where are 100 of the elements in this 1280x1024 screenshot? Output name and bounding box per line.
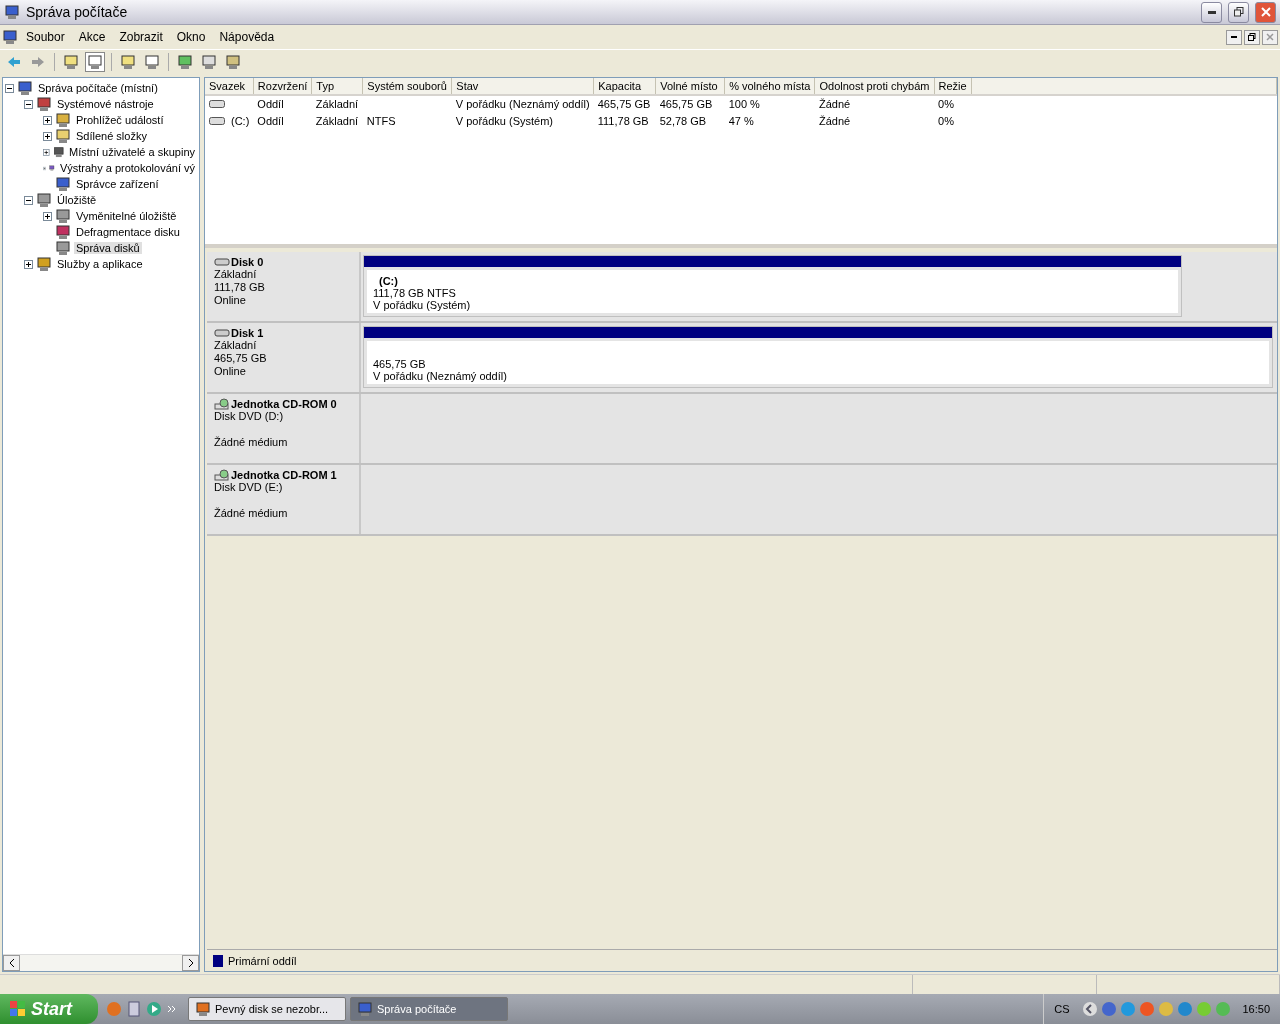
disk-name: Disk 1 [231,327,264,339]
menu-item[interactable]: Soubor [20,28,71,46]
arrow-right-icon [31,55,45,68]
partition-label: (C:) [378,275,399,287]
close-button[interactable] [1255,1,1276,23]
column-header[interactable]: Rozvržení [253,78,312,95]
tree-item[interactable]: Úložiště [55,194,99,206]
window-title: Správa počítače [26,4,129,20]
disk-name: Jednotka CD-ROM 0 [231,398,337,410]
table-cell: 465,75 GB [597,98,651,110]
tree-item[interactable]: Správa počítače (místní) [36,82,160,94]
chevron-left-icon [8,959,15,967]
restore-button[interactable] [1244,29,1260,45]
minimize-icon [1231,36,1237,38]
minimize-button[interactable] [1226,29,1242,45]
collapse-icon[interactable] [24,195,33,205]
table-cell: Základní [315,114,359,127]
disk-name: Disk 0 [231,256,264,268]
tree-toggle-button[interactable] [85,51,105,72]
column-header[interactable]: Kapacita [593,78,656,95]
computer-icon [55,176,71,192]
tree-item[interactable]: Systémové nástroje [55,98,156,110]
table-cell: V pořádku (Systém) [455,114,554,127]
disk-name: Jednotka CD-ROM 1 [231,469,337,481]
table-cell: 52,78 GB [659,114,707,127]
menu-item[interactable]: Okno [170,28,212,46]
table-cell: 100 % [728,98,760,110]
table-cell: Žádné [818,114,851,127]
expand-icon[interactable] [43,115,52,125]
media-player-icon[interactable] [146,1001,162,1017]
column-header[interactable]: Svazek [205,78,254,95]
table-cell: NTFS [366,114,396,127]
cd-drive-icon [214,398,230,410]
column-header[interactable]: Režie [934,78,972,95]
taskbar-button[interactable]: Pevný disk se nezobr... [188,997,346,1021]
menu-item[interactable]: Nápověda [213,28,281,46]
computer-icon [2,29,18,45]
disk-info: 465,75 GB [214,352,268,365]
column-header[interactable]: Typ [311,78,363,95]
tree-item[interactable]: Vyměnitelné úložiště [74,210,179,222]
disk-info: Online [214,365,247,378]
computer-icon [357,1001,373,1017]
partition-block[interactable]: 465,75 GB V pořádku (Neznámý oddíl) [363,326,1273,388]
column-header[interactable]: Systém souborů [362,78,452,95]
expand-icon[interactable] [24,259,33,269]
computer-icon [4,4,20,20]
taskbar-button[interactable]: Správa počítače [350,997,508,1021]
expand-icon[interactable] [43,211,52,221]
restore-button[interactable] [1228,1,1249,23]
expand-icon[interactable] [43,147,50,157]
tree-item[interactable]: Služby a aplikace [55,258,145,270]
disk-info: Online [214,294,247,307]
column-header[interactable]: % volného místa [724,78,815,95]
disk-info: 111,78 GB [214,281,266,294]
partition-status: V pořádku (Neznámý oddíl) [373,370,508,382]
table-cell: Základní [315,98,359,110]
collapse-icon[interactable] [24,99,33,109]
tree-item[interactable]: Místní uživatelé a skupiny [67,146,197,158]
horizontal-scrollbar[interactable] [3,954,199,971]
column-header[interactable]: Stav [451,78,594,95]
document-icon[interactable] [128,1001,140,1017]
tree-item[interactable]: Sdílené složky [74,130,149,142]
chevron-icon[interactable] [1082,1001,1099,1017]
table-cell: 111,78 GB [597,114,649,127]
close-icon [1260,7,1271,17]
minimize-button[interactable] [1201,1,1222,23]
tree-item[interactable]: Správa disků [74,242,142,254]
restore-icon [1233,7,1244,17]
table-cell: Oddíl [257,98,284,110]
arrow-left-icon [7,55,21,68]
table-cell: Oddíl [257,114,284,127]
table-cell: Žádné [818,98,851,110]
partition-block[interactable]: (C:) 111,78 GB NTFS V pořádku (Systém) [363,255,1182,317]
tree-item[interactable]: Defragmentace disku [74,226,182,238]
tree-item[interactable]: Správce zařízení [74,178,161,190]
close-icon [1266,33,1274,41]
chevron-icon[interactable] [168,1005,176,1013]
table-cell: V pořádku (Neznámý oddíl) [455,98,590,110]
column-header[interactable]: Odolnost proti chybám [814,78,935,95]
collapse-icon[interactable] [5,83,14,93]
table-cell: 0% [938,114,954,127]
clock: 16:50 [1242,1003,1270,1015]
disk-info: Disk DVD (D:) [214,410,285,423]
scroll-right-button[interactable] [182,955,199,971]
panel-icon [87,53,103,70]
tree-item[interactable]: Výstrahy a protokolování vý [57,162,197,174]
partition-size: 465,75 GB [373,358,427,370]
disk-info: Základní [214,268,258,281]
windows-logo-icon [10,1001,26,1017]
table-cell: (C:) [231,114,250,127]
table-cell: 0% [938,98,954,110]
language-indicator[interactable]: CS [1050,1003,1074,1015]
expand-icon[interactable] [43,131,52,141]
disk-info: Disk DVD (E:) [214,481,284,494]
menu-item[interactable]: Akce [72,28,112,46]
restore-icon [1248,33,1256,41]
tree-item[interactable]: Prohlížeč událostí [74,114,166,126]
scroll-left-button[interactable] [3,955,20,971]
menu-item[interactable]: Zobrazit [113,28,169,46]
column-header[interactable]: Volné místo [655,78,725,95]
